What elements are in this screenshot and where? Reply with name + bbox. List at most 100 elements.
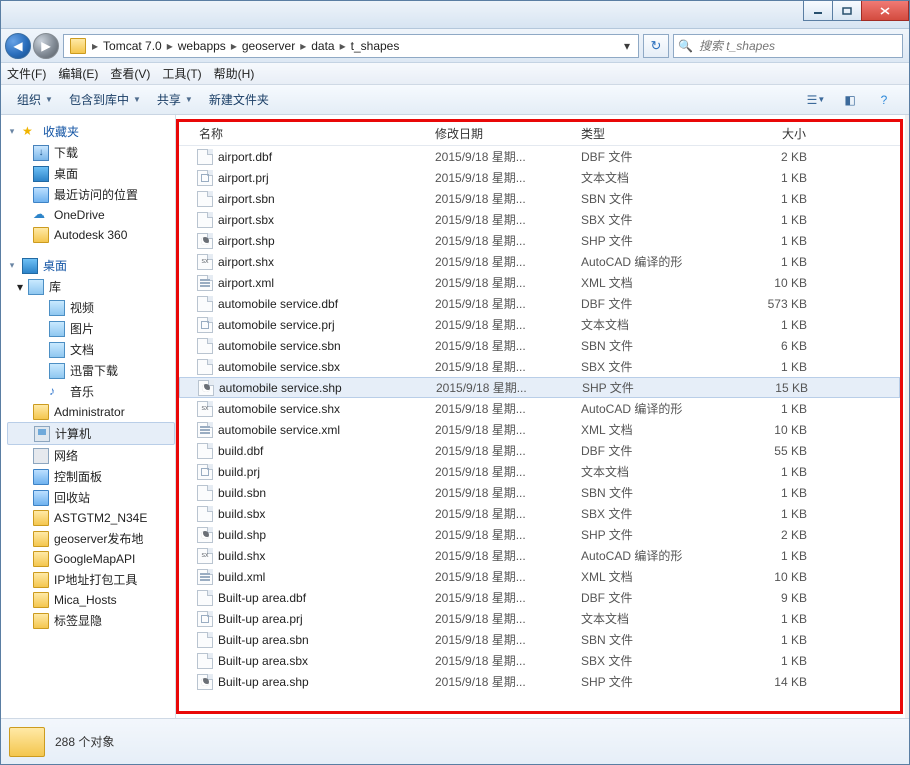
- sidebar-item-folder[interactable]: GoogleMapAPI: [7, 549, 175, 569]
- breadcrumb-segment[interactable]: Tomcat 7.0: [100, 39, 165, 53]
- column-header-type[interactable]: 类型: [575, 125, 705, 142]
- sidebar-item-recent[interactable]: 最近访问的位置: [7, 184, 175, 205]
- file-date: 2015/9/18 星期...: [429, 211, 575, 228]
- sidebar-item-xunlei[interactable]: 迅雷下载: [7, 360, 175, 381]
- table-row[interactable]: automobile service.dbf2015/9/18 星期...DBF…: [179, 293, 900, 314]
- sidebar-item-network[interactable]: 网络: [7, 445, 175, 466]
- table-row[interactable]: build.prj2015/9/18 星期...文本文档1 KB: [179, 461, 900, 482]
- nav-back-button[interactable]: ◀: [5, 33, 31, 59]
- file-icon: [197, 338, 213, 354]
- sidebar-item-pictures[interactable]: 图片: [7, 318, 175, 339]
- table-row[interactable]: airport.prj2015/9/18 星期...文本文档1 KB: [179, 167, 900, 188]
- preview-pane-button[interactable]: ◧: [833, 93, 867, 107]
- toolbar-include[interactable]: 包含到库中▼: [61, 88, 149, 112]
- file-name: airport.sbn: [218, 192, 275, 206]
- sidebar-item-folder[interactable]: IP地址打包工具: [7, 569, 175, 590]
- toolbar-organize[interactable]: 组织▼: [9, 88, 61, 112]
- table-row[interactable]: automobile service.shx2015/9/18 星期...Aut…: [179, 398, 900, 419]
- file-size: 2 KB: [705, 528, 813, 542]
- table-row[interactable]: Built-up area.sbx2015/9/18 星期...SBX 文件1 …: [179, 650, 900, 671]
- table-row[interactable]: automobile service.shp2015/9/18 星期...SHP…: [179, 377, 900, 398]
- file-name: Built-up area.dbf: [218, 591, 306, 605]
- breadcrumb-segment[interactable]: t_shapes: [348, 39, 403, 53]
- table-row[interactable]: build.sbx2015/9/18 星期...SBX 文件1 KB: [179, 503, 900, 524]
- view-options-button[interactable]: ☰ ▼: [799, 93, 833, 107]
- sidebar-item-computer[interactable]: 计算机: [7, 422, 175, 445]
- sidebar-item-folder[interactable]: Mica_Hosts: [7, 590, 175, 610]
- column-header-name[interactable]: 名称: [179, 125, 429, 142]
- chevron-down-icon: ▼: [45, 95, 53, 104]
- sidebar-item-controlpanel[interactable]: 控制面板: [7, 466, 175, 487]
- sidebar-favorites-head[interactable]: ▾★收藏夹: [7, 121, 175, 142]
- sidebar-item-label: 标签显隐: [54, 612, 102, 629]
- file-size: 1 KB: [705, 486, 813, 500]
- table-row[interactable]: build.shx2015/9/18 星期...AutoCAD 编译的形1 KB: [179, 545, 900, 566]
- star-icon: ★: [22, 124, 38, 140]
- file-name: automobile service.sbn: [218, 339, 341, 353]
- sidebar-item-desktop[interactable]: 桌面: [7, 163, 175, 184]
- table-row[interactable]: build.xml2015/9/18 星期...XML 文档10 KB: [179, 566, 900, 587]
- table-row[interactable]: airport.sbn2015/9/18 星期...SBN 文件1 KB: [179, 188, 900, 209]
- table-row[interactable]: automobile service.sbx2015/9/18 星期...SBX…: [179, 356, 900, 377]
- sidebar-item-folder[interactable]: ASTGTM2_N34E: [7, 508, 175, 528]
- column-header-date[interactable]: 修改日期: [429, 125, 575, 142]
- table-row[interactable]: Built-up area.prj2015/9/18 星期...文本文档1 KB: [179, 608, 900, 629]
- menu-view[interactable]: 查看(V): [110, 65, 150, 82]
- sidebar-item-music[interactable]: ♪音乐: [7, 381, 175, 402]
- file-date: 2015/9/18 星期...: [429, 148, 575, 165]
- nav-forward-button[interactable]: ▶: [33, 33, 59, 59]
- sidebar-desktop-head[interactable]: ▾桌面: [7, 255, 175, 276]
- chevron-down-icon: ▼: [185, 95, 193, 104]
- file-list[interactable]: airport.dbf2015/9/18 星期...DBF 文件2 KBairp…: [179, 146, 900, 711]
- table-row[interactable]: build.shp2015/9/18 星期...SHP 文件2 KB: [179, 524, 900, 545]
- search-box[interactable]: 🔍: [673, 34, 903, 58]
- help-button[interactable]: ?: [867, 93, 901, 107]
- menu-help[interactable]: 帮助(H): [214, 65, 255, 82]
- breadcrumb-segment[interactable]: webapps: [175, 39, 229, 53]
- table-row[interactable]: Built-up area.dbf2015/9/18 星期...DBF 文件9 …: [179, 587, 900, 608]
- sidebar-item-admin[interactable]: Administrator: [7, 402, 175, 422]
- sidebar-item-videos[interactable]: 视频: [7, 297, 175, 318]
- table-row[interactable]: airport.xml2015/9/18 星期...XML 文档10 KB: [179, 272, 900, 293]
- minimize-button[interactable]: [803, 1, 833, 21]
- sidebar-item-onedrive[interactable]: ☁OneDrive: [7, 205, 175, 225]
- toolbar-share[interactable]: 共享▼: [149, 88, 201, 112]
- search-input[interactable]: [697, 38, 898, 54]
- sidebar[interactable]: ▾★收藏夹 下载 桌面 最近访问的位置 ☁OneDrive Autodesk 3…: [1, 115, 176, 718]
- file-name: build.prj: [218, 465, 260, 479]
- document-icon: [49, 342, 65, 358]
- sidebar-item-folder[interactable]: geoserver发布地: [7, 528, 175, 549]
- breadcrumb-segment[interactable]: data: [308, 39, 337, 53]
- sidebar-item-label: 桌面: [54, 165, 78, 182]
- table-row[interactable]: Built-up area.shp2015/9/18 星期...SHP 文件14…: [179, 671, 900, 692]
- sidebar-item-downloads[interactable]: 下载: [7, 142, 175, 163]
- sidebar-item-recycle[interactable]: 回收站: [7, 487, 175, 508]
- table-row[interactable]: automobile service.sbn2015/9/18 星期...SBN…: [179, 335, 900, 356]
- table-row[interactable]: Built-up area.sbn2015/9/18 星期...SBN 文件1 …: [179, 629, 900, 650]
- table-row[interactable]: airport.dbf2015/9/18 星期...DBF 文件2 KB: [179, 146, 900, 167]
- breadcrumb-dropdown-button[interactable]: ▾: [618, 35, 636, 57]
- table-row[interactable]: build.dbf2015/9/18 星期...DBF 文件55 KB: [179, 440, 900, 461]
- file-size: 1 KB: [705, 549, 813, 563]
- menu-edit[interactable]: 编辑(E): [58, 65, 98, 82]
- maximize-button[interactable]: [832, 1, 862, 21]
- breadcrumb-segment[interactable]: geoserver: [239, 39, 298, 53]
- table-row[interactable]: automobile service.prj2015/9/18 星期...文本文…: [179, 314, 900, 335]
- table-row[interactable]: build.sbn2015/9/18 星期...SBN 文件1 KB: [179, 482, 900, 503]
- menu-tools[interactable]: 工具(T): [162, 65, 201, 82]
- sidebar-item-libraries[interactable]: ▾库: [7, 276, 175, 297]
- table-row[interactable]: automobile service.xml2015/9/18 星期...XML…: [179, 419, 900, 440]
- file-type: AutoCAD 编译的形: [575, 253, 705, 270]
- sidebar-item-documents[interactable]: 文档: [7, 339, 175, 360]
- table-row[interactable]: airport.sbx2015/9/18 星期...SBX 文件1 KB: [179, 209, 900, 230]
- sidebar-item-autodesk[interactable]: Autodesk 360: [7, 225, 175, 245]
- close-button[interactable]: [861, 1, 909, 21]
- table-row[interactable]: airport.shp2015/9/18 星期...SHP 文件1 KB: [179, 230, 900, 251]
- breadcrumb[interactable]: ▸ Tomcat 7.0 ▸ webapps ▸ geoserver ▸ dat…: [63, 34, 639, 58]
- sidebar-item-folder[interactable]: 标签显隐: [7, 610, 175, 631]
- column-header-size[interactable]: 大小: [705, 125, 813, 142]
- refresh-button[interactable]: ↻: [643, 34, 669, 58]
- table-row[interactable]: airport.shx2015/9/18 星期...AutoCAD 编译的形1 …: [179, 251, 900, 272]
- toolbar-newfolder[interactable]: 新建文件夹: [201, 88, 277, 112]
- menu-file[interactable]: 文件(F): [7, 65, 46, 82]
